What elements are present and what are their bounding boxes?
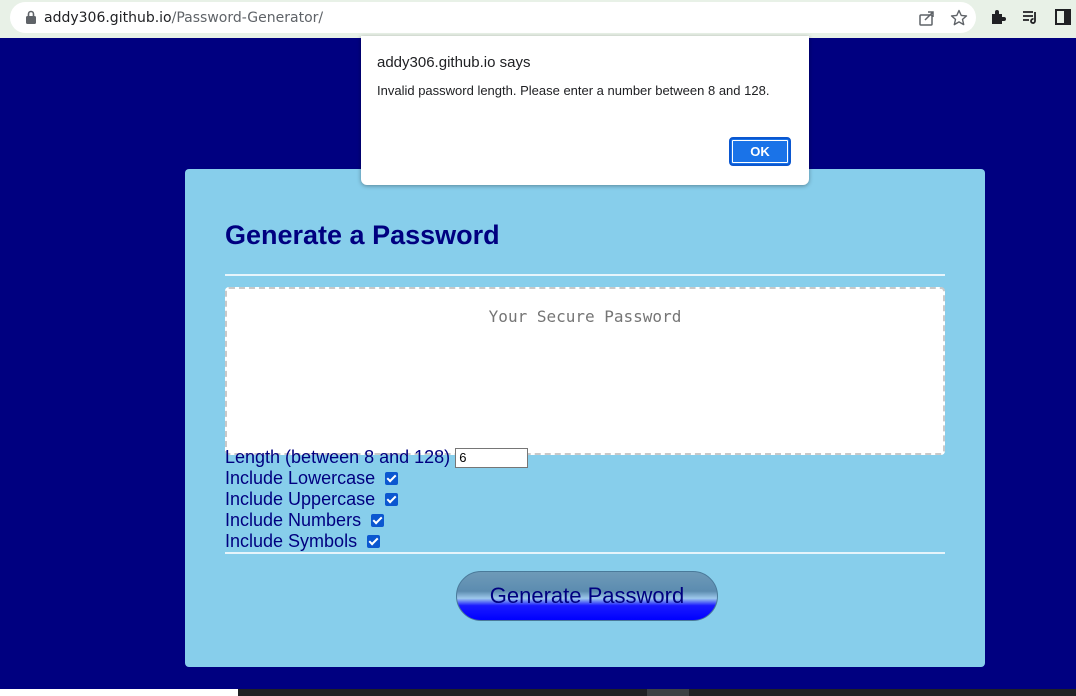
ok-button[interactable]: OK xyxy=(729,137,791,166)
dialog-title: addy306.github.io says xyxy=(377,54,531,71)
lowercase-row: Include Lowercase xyxy=(225,468,399,489)
card-title: Generate a Password xyxy=(225,220,500,250)
top-divider xyxy=(225,274,945,276)
uppercase-checkbox[interactable] xyxy=(385,493,399,506)
uppercase-row: Include Uppercase xyxy=(225,489,399,510)
symbols-row: Include Symbols xyxy=(225,531,381,552)
url-text[interactable]: addy306.github.io/Password-Generator/ xyxy=(44,9,323,27)
numbers-checkbox[interactable] xyxy=(371,514,385,527)
url-path: /Password-Generator/ xyxy=(171,10,324,26)
url-host: addy306.github.io xyxy=(44,10,172,26)
password-generator-card: Generate a Password Your Secure Password… xyxy=(185,169,985,667)
taskbar-left xyxy=(0,689,238,696)
lowercase-label: Include Lowercase xyxy=(225,468,376,488)
symbols-label: Include Symbols xyxy=(225,531,358,551)
star-icon[interactable] xyxy=(950,9,968,27)
length-row: Length (between 8 and 128) 6 xyxy=(225,447,529,468)
numbers-row: Include Numbers xyxy=(225,510,385,531)
generate-password-button[interactable]: Generate Password xyxy=(456,571,718,621)
bottom-divider xyxy=(225,552,945,554)
taskbar-active-item[interactable] xyxy=(647,689,689,696)
extensions-icon[interactable] xyxy=(989,8,1007,26)
uppercase-label: Include Uppercase xyxy=(225,489,376,509)
share-icon[interactable] xyxy=(918,9,936,27)
length-label: Length (between 8 and 128) xyxy=(225,447,451,467)
length-input[interactable]: 6 xyxy=(455,447,529,468)
side-panel-icon[interactable] xyxy=(1054,8,1072,26)
password-output[interactable]: Your Secure Password xyxy=(225,287,945,455)
alert-dialog: addy306.github.io says Invalid password … xyxy=(361,36,809,185)
numbers-label: Include Numbers xyxy=(225,510,362,530)
lowercase-checkbox[interactable] xyxy=(385,472,399,485)
reading-list-icon[interactable] xyxy=(1021,8,1039,26)
lock-icon[interactable] xyxy=(24,10,38,25)
symbols-checkbox[interactable] xyxy=(367,535,381,548)
address-bar[interactable]: addy306.github.io/Password-Generator/ xyxy=(10,2,976,33)
browser-toolbar: addy306.github.io/Password-Generator/ xyxy=(0,0,1076,38)
dialog-message: Invalid password length. Please enter a … xyxy=(377,83,770,98)
